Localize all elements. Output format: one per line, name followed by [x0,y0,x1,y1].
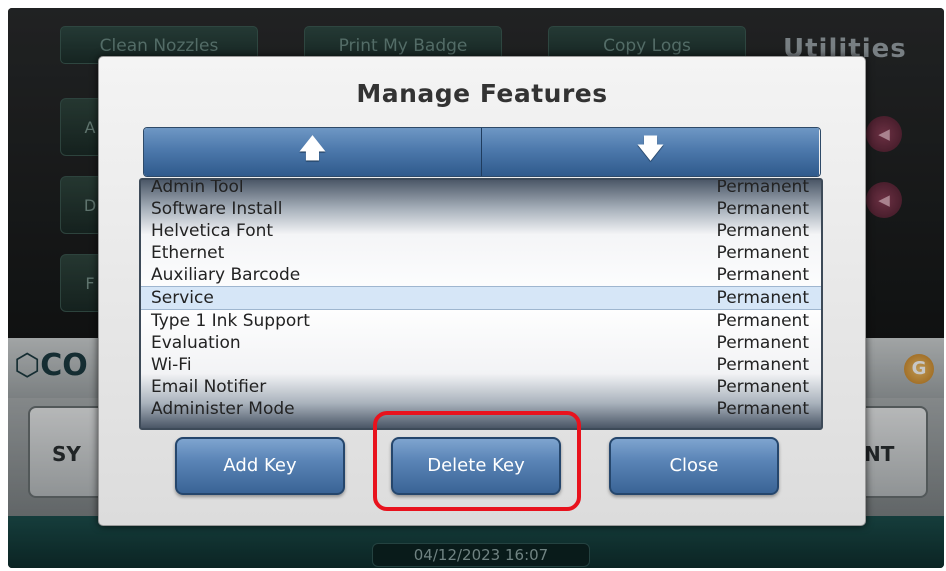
close-button[interactable]: Close [609,437,779,495]
delete-key-highlight [373,411,581,511]
list-item[interactable]: Software Install Permanent [141,198,817,220]
list-item[interactable]: Helvetica Font Permanent [141,220,817,242]
list-item[interactable]: Email Notifier Permanent [141,376,817,398]
scroll-down-button[interactable]: 🡇 [482,128,819,176]
scroll-up-button[interactable]: 🡅 [144,128,482,176]
list-item[interactable]: Wi-Fi Permanent [141,354,817,376]
list-item[interactable]: Admin Tool Permanent [141,180,817,198]
dialog-title: Manage Features [356,79,608,108]
list-item[interactable]: Ethernet Permanent [141,242,817,264]
list-item[interactable]: Auxiliary Barcode Permanent [141,264,817,286]
manage-features-dialog: Manage Features 🡅 🡇 Admin Tool Permanent… [98,56,866,526]
features-list[interactable]: Admin Tool Permanent Software Install Pe… [139,178,823,430]
arrow-down-icon: 🡇 [637,134,664,164]
list-item-selected[interactable]: Service Permanent [141,286,821,310]
scroll-controls: 🡅 🡇 [143,127,821,177]
list-item[interactable]: Evaluation Permanent [141,332,817,354]
add-key-button[interactable]: Add Key [175,437,345,495]
list-item[interactable]: Type 1 Ink Support Permanent [141,310,817,332]
arrow-up-icon: 🡅 [299,134,326,164]
